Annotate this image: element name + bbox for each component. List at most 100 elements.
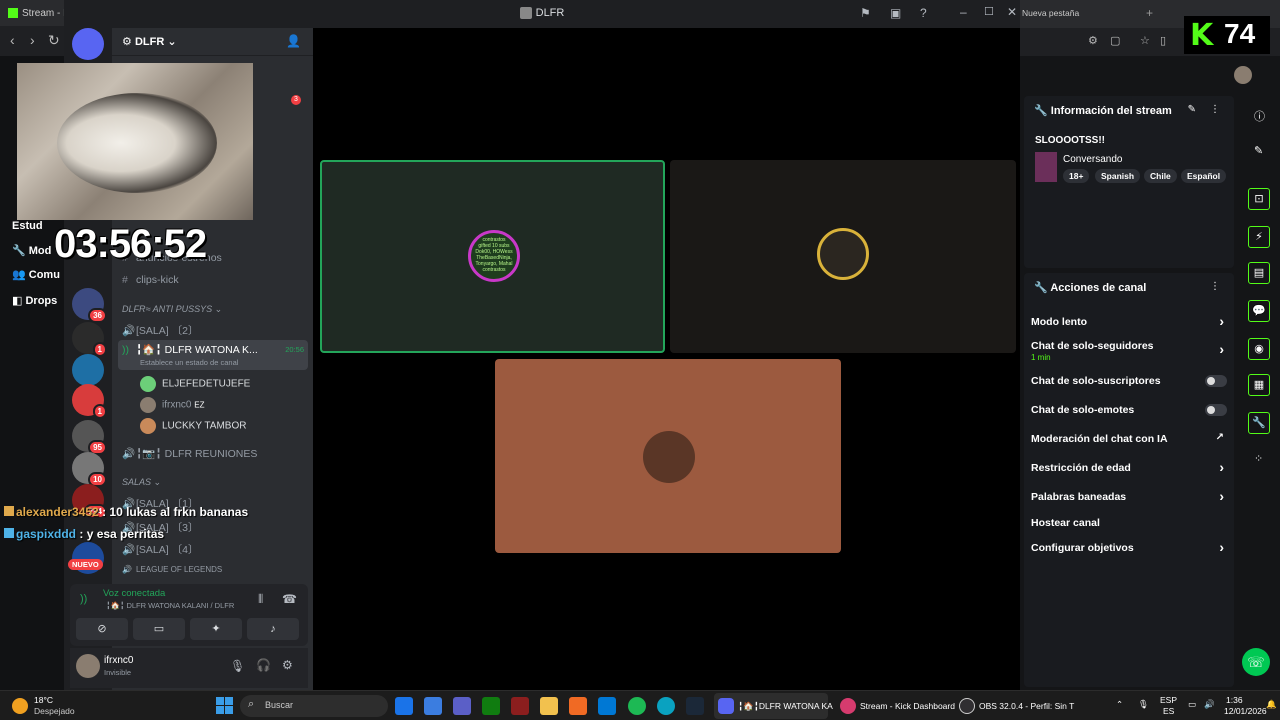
action-host-channel[interactable]: Hostear canal [1031,517,1227,529]
teams-icon[interactable] [453,697,471,715]
maximize-icon[interactable]: ☐ [984,5,994,18]
guild-icon[interactable]: 95 [72,420,107,455]
server-header[interactable]: ⚙ DLFR ⌄ 👤 [112,28,313,56]
disconnect-icon[interactable]: ☎ [282,592,297,606]
layout-icon[interactable]: ▦ [1248,374,1270,396]
call-tile[interactable] [495,359,841,553]
chat-icon[interactable]: 💬 [1248,300,1270,322]
category-salas[interactable]: SALAS ⌄ [122,477,161,488]
channel-clips[interactable]: # clips-kick [122,274,179,286]
taskbar-search[interactable]: ⌕ Buscar [240,695,388,717]
browser-tab[interactable]: Stream - Ki [0,0,70,26]
headphones-icon[interactable]: 🎧 [256,658,271,672]
clock-date[interactable]: 12/01/2026 [1224,706,1267,716]
action-followers-only[interactable]: Chat de solo-seguidores 1 min › [1031,340,1227,362]
new-tab[interactable]: Nueva pestaña [1022,8,1079,18]
pencil-icon[interactable]: ✎ [1254,144,1263,157]
extension-icon[interactable]: ⚙ [1088,34,1098,47]
guild-icon[interactable] [72,354,104,386]
minimize-icon[interactable]: – [960,5,967,19]
add-member-icon[interactable]: 👤 [286,34,301,48]
guild-icon[interactable]: 10 [72,452,107,487]
action-slow-mode[interactable]: Modo lento › [1031,313,1227,329]
taskbar-kick[interactable]: Stream - Kick Dashboard [836,693,955,719]
voice-channel-name[interactable]: ╏🏠╏ DLFR WATONA KALANI / DLFR [106,601,234,610]
soundboard-button[interactable]: ♪ [247,618,299,640]
add-tab-icon[interactable]: + [1146,6,1153,20]
call-tile-speaking[interactable]: contrastos gifted 10 subs Dok00, HOWess … [320,160,665,353]
action-emotes-only[interactable]: Chat de solo-emotes [1031,404,1227,416]
back-icon[interactable]: ‹ [10,32,15,48]
menu-item-drops[interactable]: ◧ Drops [12,294,57,307]
edit-icon[interactable]: ✎ [1188,104,1196,115]
network-icon[interactable]: ▭ [1188,699,1196,710]
guild-icon[interactable]: 1 [72,384,107,419]
keyboard-layout[interactable]: ES [1163,706,1174,716]
channel-league[interactable]: 🔊 LEAGUE OF LEGENDS [122,565,222,574]
reload-icon[interactable]: ↻ [48,32,60,49]
action-ai-moderation[interactable]: Moderación del chat con IA ↗ [1031,432,1227,445]
menu-item-comu[interactable]: 👥 Comu [12,268,60,281]
favorites-icon[interactable]: ☆ [1140,34,1150,47]
scene-icon[interactable]: ⊡ [1248,188,1270,210]
more-options-icon[interactable]: ⋮ [1210,281,1220,292]
help-icon[interactable]: ? [920,6,927,20]
microphone-icon[interactable]: 🎙 [230,659,245,673]
volume-icon[interactable]: 🔊 [1204,699,1215,710]
channel-sala4[interactable]: 🔊[SALA] 〔4〕 [122,542,198,557]
edge-icon[interactable] [598,697,616,715]
store-icon[interactable] [424,697,442,715]
tools-icon[interactable]: 🔧 [1248,412,1270,434]
avatar[interactable] [76,654,100,678]
channel-status[interactable]: Establece un estado de canal [140,358,238,367]
call-tile[interactable] [670,160,1016,353]
more-options-icon[interactable]: ⋮ [1210,104,1220,115]
active-voice-channel[interactable]: )) ╏🏠╏ DLFR WATONA K... 20:56 Establece u… [118,340,308,370]
menu-item-estudio[interactable]: Estud [12,220,43,232]
nvidia-icon[interactable] [482,697,500,715]
browser-icon[interactable] [657,697,675,715]
channel-sala2[interactable]: 🔊[SALA] 〔2〕 [122,323,198,338]
microphone-tray-icon[interactable]: 🎙 [1138,699,1149,710]
voice-user[interactable]: ELJEFEDETUJEFE [140,376,250,392]
category-anti[interactable]: DLFR≈ ANTI PUSSYS ⌄ [122,304,222,315]
guild-icon[interactable]: 1 [72,322,107,357]
steam-icon[interactable] [686,697,704,715]
voice-user[interactable]: ifrxnc0 EZ [140,397,204,413]
lightning-icon[interactable]: ⚡ [1248,226,1270,248]
action-subscribers-only[interactable]: Chat de solo-suscriptores [1031,375,1227,387]
split-icon[interactable]: ▯ [1160,34,1166,47]
noise-suppression-icon[interactable]: ⦀ [258,592,263,607]
camera-off-button[interactable]: ⊘ [76,618,128,640]
tray-chevron-icon[interactable]: ⌃ [1116,699,1123,710]
document-icon[interactable]: ▤ [1248,262,1270,284]
inbox-icon[interactable]: ▣ [890,6,901,20]
copilot-icon[interactable] [395,697,413,715]
app-icon[interactable] [511,697,529,715]
action-age-restriction[interactable]: Restricción de edad › [1031,459,1227,475]
voice-user[interactable]: LUCKKY TAMBOR [140,418,246,434]
screenshot-icon[interactable]: ▢ [1110,34,1120,47]
guild-icon[interactable]: 36 [72,288,107,323]
action-banned-words[interactable]: Palabras baneadas › [1031,488,1227,504]
toggle-switch[interactable] [1205,375,1227,387]
notifications-icon[interactable]: 🔔 [1266,699,1277,710]
flag-icon[interactable]: ⚑ [860,6,871,20]
file-explorer-icon[interactable] [540,697,558,715]
support-chat-icon[interactable]: ☏ [1242,648,1270,676]
forward-icon[interactable]: › [30,32,35,48]
vlc-icon[interactable] [569,697,587,715]
clock-time[interactable]: 1:36 [1226,695,1243,705]
action-configure-goals[interactable]: Configurar objetivos › [1031,539,1227,555]
screen-share-button[interactable]: ▭ [133,618,185,640]
language-indicator[interactable]: ESP [1160,695,1177,705]
activities-button[interactable]: ✦ [190,618,242,640]
broadcast-icon[interactable]: ◉ [1248,338,1270,360]
channel-reuniones[interactable]: 🔊╏📷╏ DLFR REUNIONES [122,447,257,460]
toggle-switch[interactable] [1205,404,1227,416]
spotify-icon[interactable] [628,697,646,715]
weather-temp[interactable]: 18°C [34,695,53,705]
discord-home-icon[interactable] [72,28,104,60]
close-icon[interactable]: ✕ [1007,5,1017,19]
taskbar-obs[interactable]: OBS 32.0.4 - Perfil: Sin T [955,693,1075,719]
